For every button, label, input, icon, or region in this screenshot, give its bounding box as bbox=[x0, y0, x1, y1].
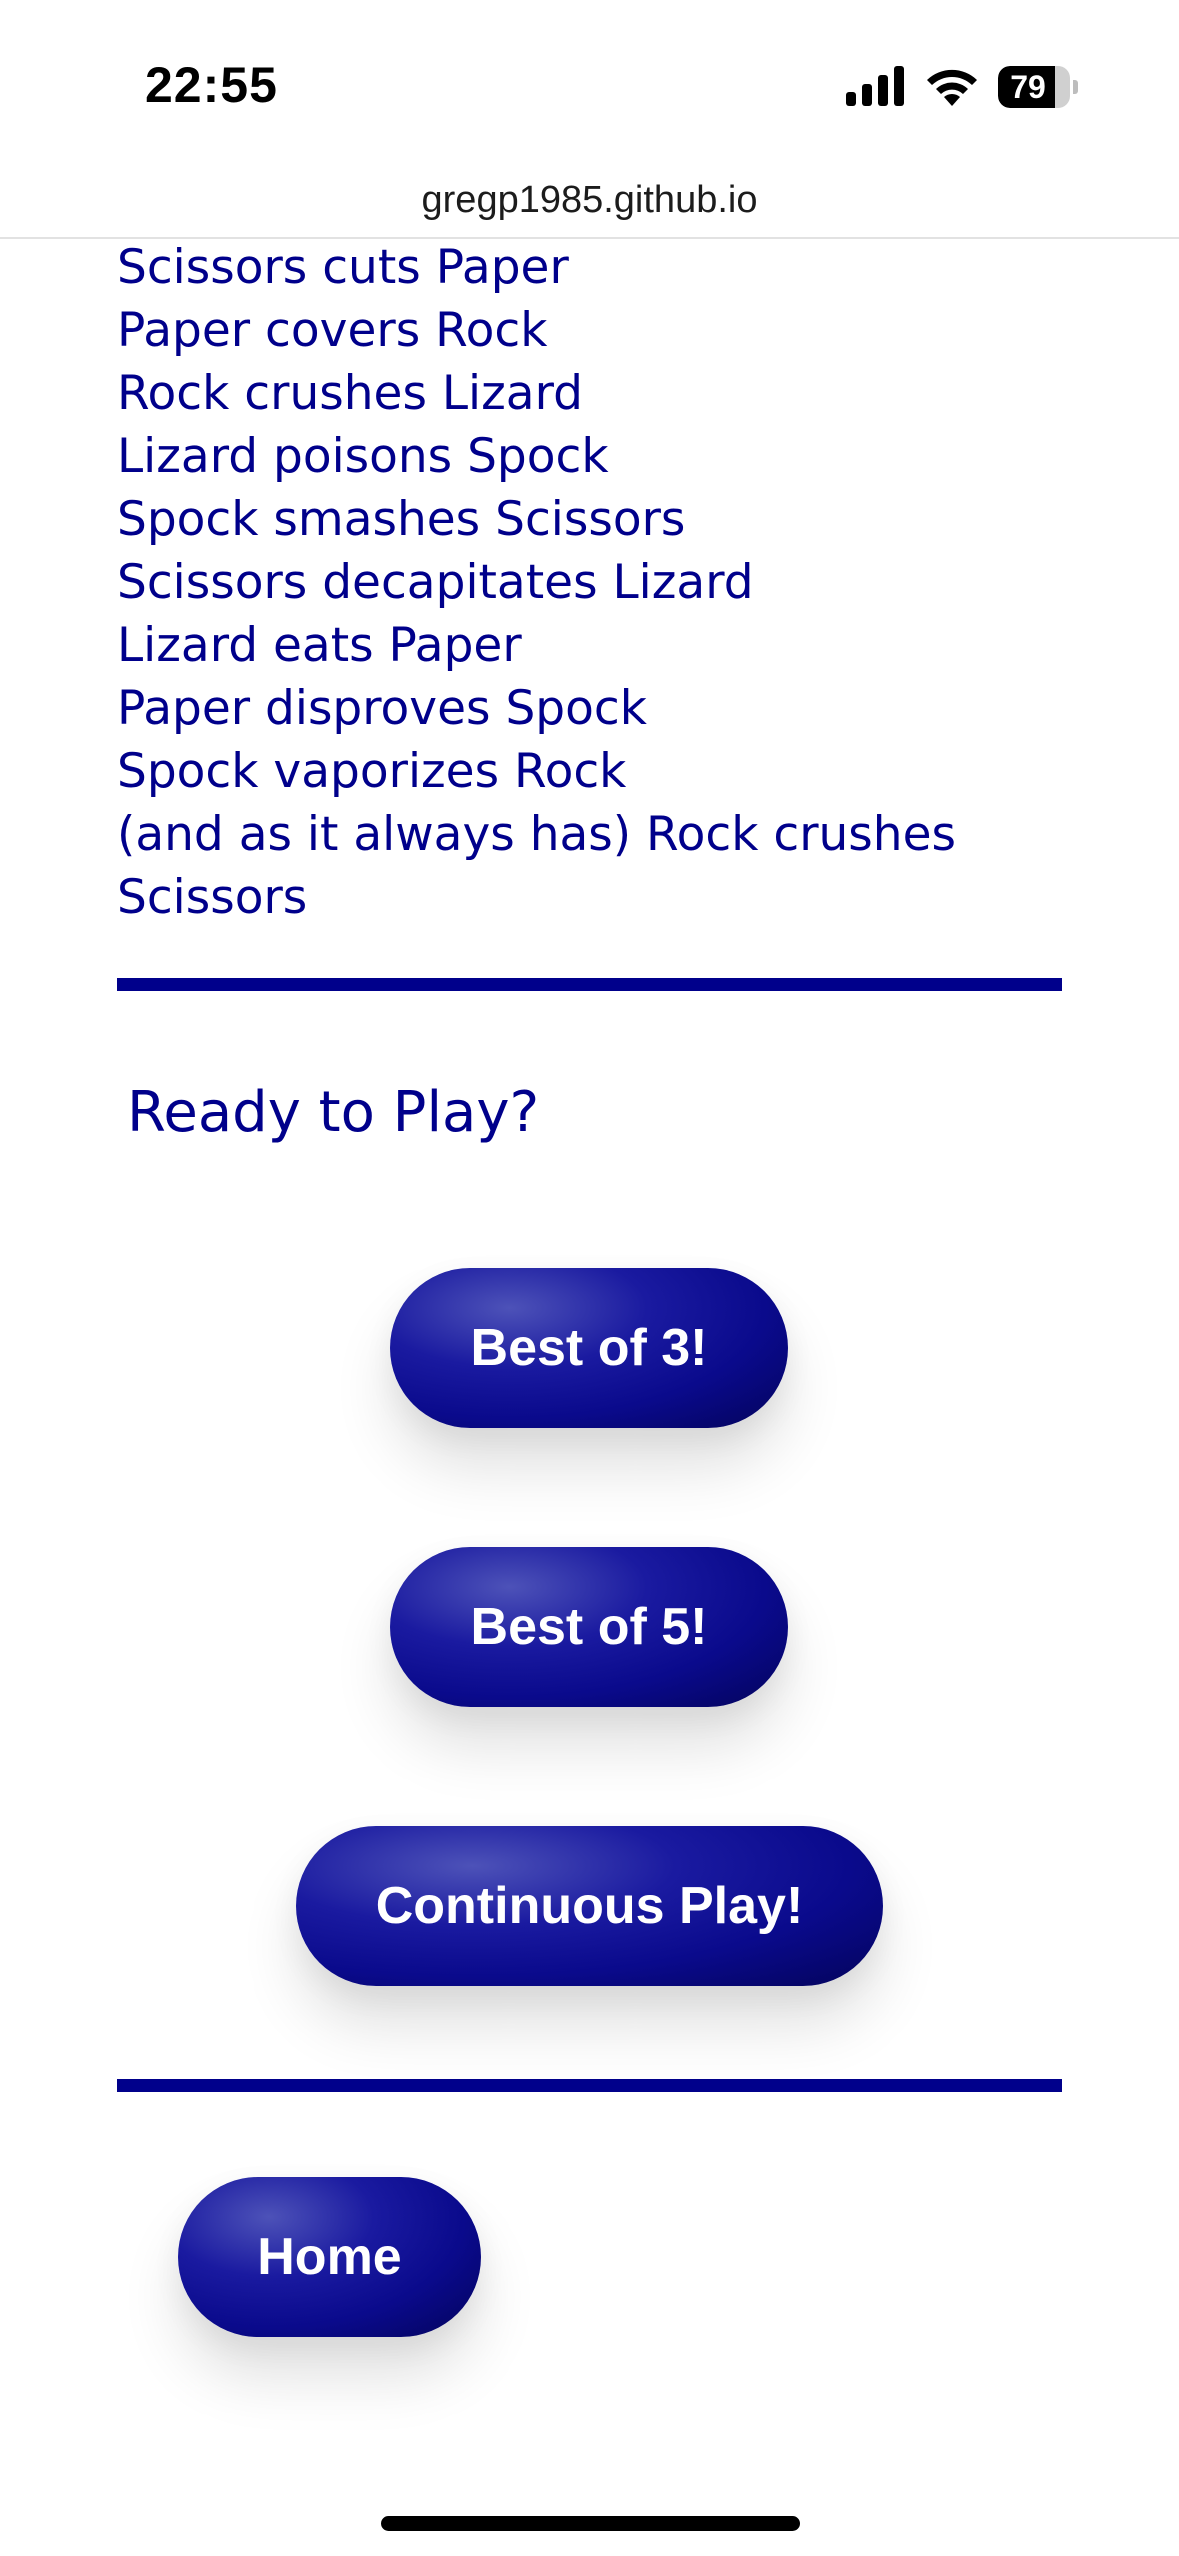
ready-heading: Ready to Play? bbox=[127, 1080, 540, 1145]
best-of-5-button[interactable]: Best of 5! bbox=[390, 1547, 788, 1707]
battery-level: 79 bbox=[1010, 69, 1046, 105]
rule-item: Scissors decapitates Lizard bbox=[117, 555, 754, 610]
rule-item: Spock vaporizes Rock bbox=[117, 744, 627, 799]
home-indicator[interactable] bbox=[381, 2516, 800, 2531]
home-button[interactable]: Home bbox=[178, 2177, 481, 2337]
rule-item: Spock smashes Scissors bbox=[117, 492, 686, 547]
wifi-icon bbox=[927, 69, 977, 106]
rule-item: (and as it always has) Rock crushes bbox=[117, 807, 956, 862]
url-bar[interactable]: gregp1985.github.io bbox=[0, 165, 1179, 235]
rule-item: Paper covers Rock bbox=[117, 303, 548, 358]
cellular-signal-icon bbox=[846, 66, 906, 106]
continuous-play-button[interactable]: Continuous Play! bbox=[296, 1826, 883, 1986]
rule-item: Rock crushes Lizard bbox=[117, 366, 583, 421]
rule-item: Scissors cuts Paper bbox=[117, 240, 569, 295]
best-of-3-button[interactable]: Best of 3! bbox=[390, 1268, 788, 1428]
section-divider bbox=[117, 978, 1062, 991]
section-divider bbox=[117, 2079, 1062, 2092]
battery-icon: 79 bbox=[998, 66, 1078, 108]
rule-item: Scissors bbox=[117, 870, 308, 925]
status-time: 22:55 bbox=[145, 57, 278, 113]
status-bar: 22:55 79 bbox=[0, 0, 1179, 170]
rule-item: Paper disproves Spock bbox=[117, 681, 647, 736]
rule-item: Lizard eats Paper bbox=[117, 618, 522, 673]
rule-item: Lizard poisons Spock bbox=[117, 429, 609, 484]
rules-list: Scissors cuts Paper Paper covers Rock Ro… bbox=[117, 236, 1077, 929]
